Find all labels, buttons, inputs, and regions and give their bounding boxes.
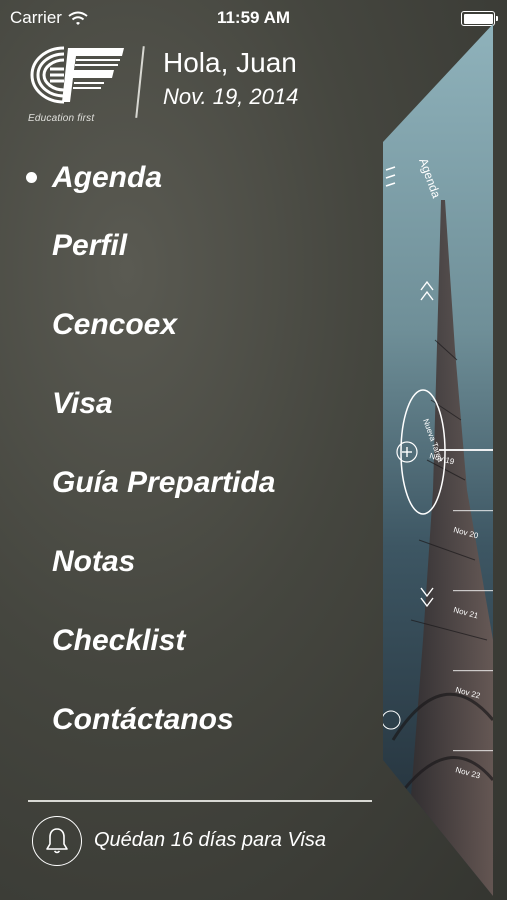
menu-item-checklist[interactable]: Checklist <box>0 601 370 680</box>
visa-reminder-text: Quédan 16 días para Visa <box>94 829 327 851</box>
agenda-preview-image: Agenda Nueva Tarea Nov 19 Nov 20 Nov 21 … <box>381 24 493 896</box>
menu-item-guia-prepartida[interactable]: Guía Prepartida <box>0 443 370 522</box>
menu-item-label: Contáctanos <box>52 702 234 736</box>
active-indicator <box>26 172 37 183</box>
menu-item-label: Cencoex <box>52 307 178 341</box>
menu-item-label: Guía Prepartida <box>52 465 276 499</box>
current-date: Nov. 19, 2014 <box>163 84 299 109</box>
menu-item-label: Notas <box>52 544 136 578</box>
footer-divider <box>28 800 372 802</box>
menu-item-notas[interactable]: Notas <box>0 522 370 601</box>
header-divider <box>135 46 145 118</box>
menu-item-label: Checklist <box>52 623 186 657</box>
menu-item-visa[interactable]: Visa <box>0 364 370 443</box>
menu-item-agenda[interactable]: Agenda <box>0 150 370 206</box>
menu-item-label: Visa <box>52 386 113 420</box>
greeting: Hola, Juan <box>163 47 297 78</box>
agenda-preview-panel[interactable]: Agenda Nueva Tarea Nov 19 Nov 20 Nov 21 … <box>381 20 507 900</box>
bell-icon <box>46 828 68 854</box>
menu-item-label: Perfil <box>52 228 128 262</box>
reminder-bell-button[interactable] <box>32 816 82 866</box>
menu-item-label: Agenda <box>52 161 163 194</box>
logo-caption: Education first <box>28 113 95 124</box>
ef-logo: Education first <box>28 44 128 124</box>
ef-logo-mark <box>30 46 124 104</box>
menu-item-perfil[interactable]: Perfil <box>0 206 370 285</box>
side-menu: Agenda Perfil Cencoex Visa Guía Preparti… <box>0 150 370 759</box>
menu-item-contactanos[interactable]: Contáctanos <box>0 680 370 759</box>
menu-item-cencoex[interactable]: Cencoex <box>0 285 370 364</box>
